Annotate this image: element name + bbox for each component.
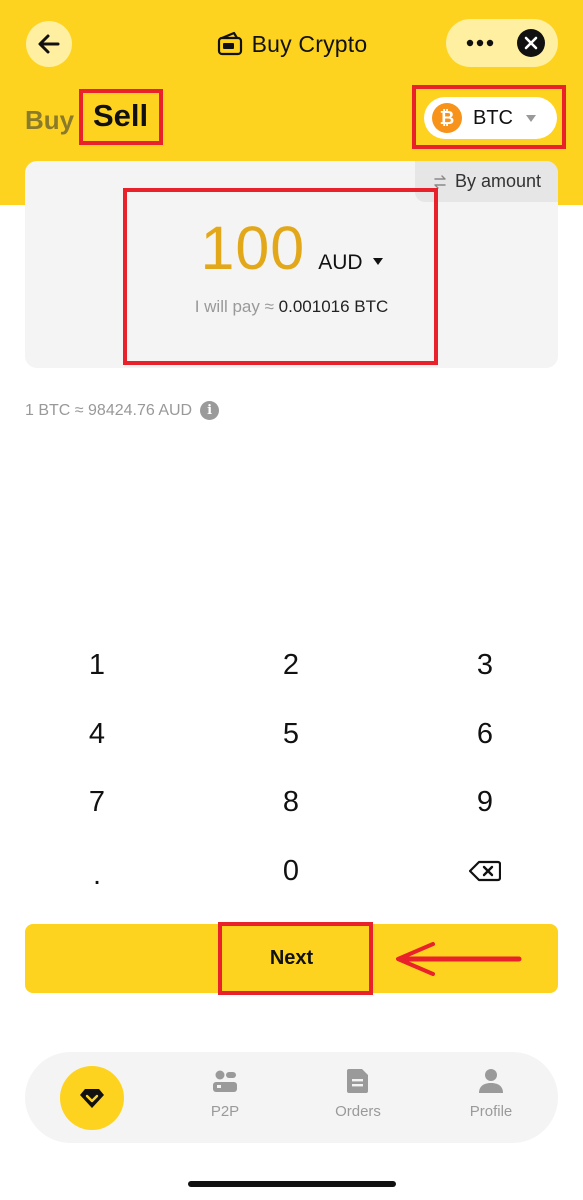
key-3[interactable]: 3 <box>425 635 545 695</box>
annotation-box-amount <box>123 188 438 365</box>
mini-program-capsule <box>446 19 558 67</box>
key-dot[interactable]: . <box>37 845 157 905</box>
key-2[interactable]: 2 <box>231 635 351 695</box>
document-icon <box>346 1068 370 1094</box>
diamond-logo-icon <box>79 1087 105 1109</box>
home-indicator <box>188 1181 396 1187</box>
key-1[interactable]: 1 <box>37 635 157 695</box>
bottom-nav: P2P Orders Profile <box>25 1052 558 1143</box>
tab-buy[interactable]: Buy <box>25 105 74 136</box>
mode-label: By amount <box>454 171 542 191</box>
backspace-icon <box>469 860 501 882</box>
nav-orders[interactable]: Orders <box>313 1068 403 1120</box>
nav-home[interactable] <box>60 1066 124 1130</box>
annotation-box-next <box>218 922 373 995</box>
more-dots-icon[interactable] <box>466 33 496 53</box>
key-7[interactable]: 7 <box>37 772 157 832</box>
annotation-box-coin <box>412 85 566 149</box>
nav-p2p-label: P2P <box>210 1103 240 1120</box>
key-6[interactable]: 6 <box>425 704 545 764</box>
info-icon[interactable]: i <box>200 401 220 420</box>
key-8[interactable]: 8 <box>231 772 351 832</box>
back-button[interactable] <box>26 21 72 67</box>
nav-profile[interactable]: Profile <box>446 1068 536 1120</box>
arrow-left-icon <box>36 31 62 57</box>
nav-profile-label: Profile <box>469 1103 513 1120</box>
nav-orders-label: Orders <box>335 1103 381 1120</box>
annotation-box-sell <box>79 89 163 145</box>
close-icon[interactable] <box>517 29 545 57</box>
nav-p2p[interactable]: P2P <box>180 1068 270 1120</box>
backspace-key[interactable] <box>425 841 545 901</box>
exchange-rate: 1 BTC ≈ 98424.76 AUD i <box>25 401 220 420</box>
user-icon <box>478 1068 504 1094</box>
rate-text: 1 BTC ≈ 98424.76 AUD <box>25 401 193 419</box>
key-5[interactable]: 5 <box>231 704 351 764</box>
key-9[interactable]: 9 <box>425 772 545 832</box>
users-icon <box>212 1068 238 1094</box>
annotation-arrow-icon <box>393 940 523 985</box>
key-4[interactable]: 4 <box>37 704 157 764</box>
key-0[interactable]: 0 <box>231 841 351 901</box>
